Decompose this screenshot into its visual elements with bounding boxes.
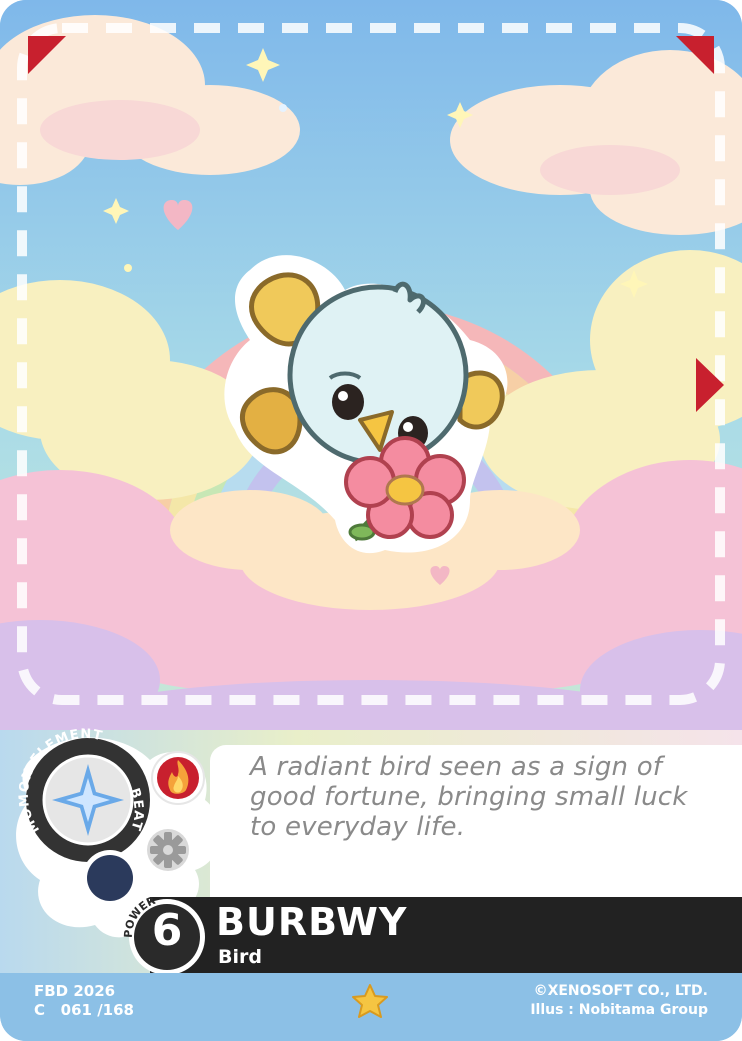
copyright-text: ©XENOSOFT CO., LTD. (533, 983, 708, 999)
gear-icon (142, 824, 194, 876)
flavor-text: A radiant bird seen as a sign of good fo… (250, 752, 688, 842)
power-value: 6 (151, 905, 183, 956)
card-number: C 061 /168 (34, 1001, 134, 1019)
card-artwork (0, 0, 742, 735)
set-info: FBD 2026 C 061 /168 (34, 982, 134, 1020)
credits: ©XENOSOFT CO., LTD. Illus : Nobitama Gro… (530, 982, 708, 1020)
fire-icon (151, 751, 205, 805)
card-type: Bird (218, 946, 262, 968)
card-name: BURBWY (216, 900, 408, 944)
trading-card: A radiant bird seen as a sign of good fo… (0, 0, 742, 1041)
illustrator-text: Illus : Nobitama Group (530, 1002, 708, 1018)
star-icon (350, 982, 390, 1022)
set-code: FBD 2026 (34, 982, 116, 1000)
